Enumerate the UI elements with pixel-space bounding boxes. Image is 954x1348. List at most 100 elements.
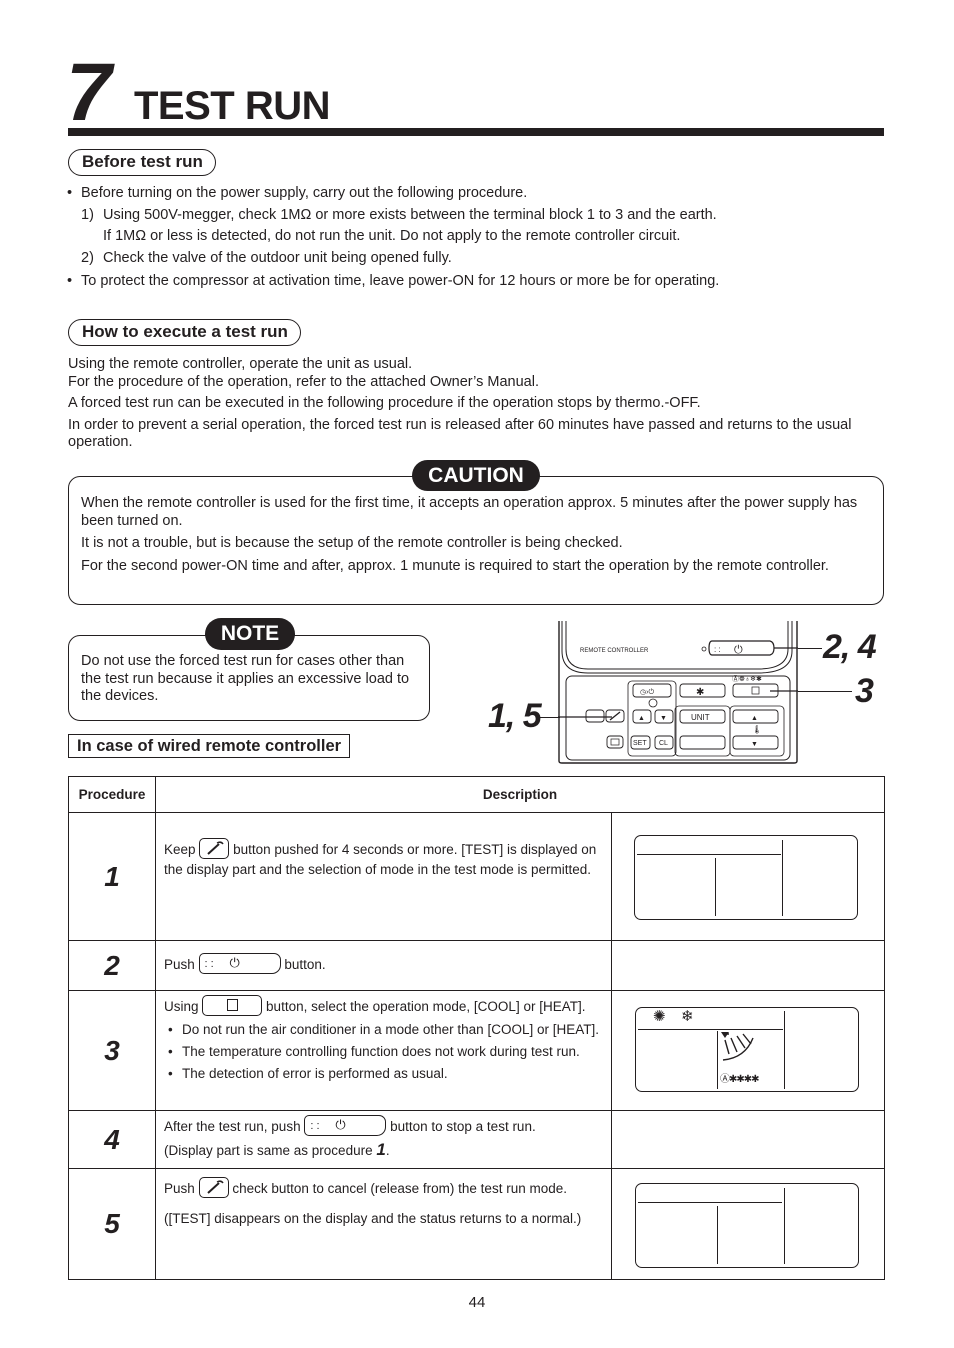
unit-button-label: UNIT (691, 713, 710, 722)
procedure-number: 4 (68, 1110, 156, 1169)
procedure-number: 5 (68, 1168, 156, 1280)
svg-text:SET: SET (633, 740, 647, 747)
svg-text:▲: ▲ (638, 715, 645, 722)
table-header-row: Procedure Description (68, 776, 885, 813)
table-row: 4 After the test run, push : : ⏻ button t… (68, 1110, 885, 1169)
callout-2-4: 2, 4 (823, 628, 877, 666)
section-heading-before-test-run: Before test run (68, 149, 216, 176)
bullet-text: Before turning on the power supply, carr… (81, 185, 528, 201)
paragraph: For the procedure of the operation, refe… (68, 373, 539, 390)
desc-text: button to stop a test run. (390, 1119, 536, 1135)
step-continuation: If 1MΩ or less is detected, do not run t… (103, 228, 681, 244)
display-cell-empty (611, 1110, 885, 1169)
chapter-number: 7 (66, 47, 112, 138)
title-rule (68, 128, 884, 136)
display-cell: ✺ ❄ Ⓐ✱✱✱✱ (611, 990, 885, 1111)
paragraph: A forced test run can be executed in the… (68, 395, 701, 411)
lcd-display-blank (634, 835, 858, 920)
description-cell: Push : : ⏻ button. (155, 940, 612, 991)
bullet-text: The temperature controlling function doe… (182, 1044, 580, 1059)
paragraph: When the remote controller is used for t… (81, 495, 858, 529)
fan-speed-icons: Ⓐ✱✱✱✱ (720, 1074, 760, 1085)
description-cell: Push check button to cancel (release fro… (155, 1168, 612, 1280)
svg-text:🌡: 🌡 (752, 725, 762, 734)
remote-controller-drawing: REMOTE CONTROLLER : : ⏻ ◷›⏻ ✱ Ⓐ❁♁❄✱ ▲ ▼ … (546, 621, 820, 764)
mode-button-icon (202, 995, 263, 1016)
section-heading-how-to: How to execute a test run (68, 319, 301, 346)
svg-text:▼: ▼ (660, 715, 667, 722)
procedure-number: 1 (68, 812, 156, 941)
svg-text:▼: ▼ (751, 741, 758, 748)
step-number: 1) (81, 206, 94, 223)
col-header-procedure: Procedure (68, 776, 156, 813)
svg-text:▲: ▲ (751, 715, 758, 722)
caution-label: CAUTION (412, 460, 540, 491)
desc-text: (Display part is same as procedure (164, 1143, 373, 1158)
description-cell: After the test run, push : : ⏻ button to … (155, 1110, 612, 1169)
paragraph: For the second power-ON time and after, … (81, 557, 829, 574)
procedure-table: Procedure Description 1 Keep button push… (68, 776, 885, 1280)
lcd-display-blank (635, 1183, 859, 1268)
desc-text: Using (164, 999, 199, 1015)
desc-text: ([TEST] disappears on the display and th… (164, 1211, 582, 1226)
power-button-icon: : : ⏻ (198, 953, 281, 974)
table-row: 3 Using button, select the operation mod… (68, 990, 885, 1111)
paragraph: Using the remote controller, operate the… (68, 356, 413, 372)
desc-text: Push (164, 957, 195, 973)
paragraph: In order to prevent a serial operation, … (68, 416, 852, 451)
svg-text:CL: CL (659, 740, 668, 747)
step-text: Using 500V-megger, check 1MΩ or more exi… (103, 206, 717, 223)
desc-text: . (385, 1143, 390, 1158)
callout-line (798, 648, 822, 650)
table-row: 2 Push : : ⏻ button. (68, 940, 885, 991)
procedure-ref: 1 (376, 1140, 386, 1159)
lcd-display-mode: ✺ ❄ Ⓐ✱✱✱✱ (635, 1007, 859, 1092)
note-text: Do not use the forced test run for cases… (81, 653, 410, 704)
svg-text:REMOTE CONTROLLER: REMOTE CONTROLLER (580, 648, 649, 654)
wrench-button-icon (198, 1177, 229, 1198)
callout-line (540, 717, 560, 719)
svg-text:⏻: ⏻ (734, 644, 743, 656)
bullet-text: To protect the compressor at activation … (81, 273, 720, 289)
paragraph: It is not a trouble, but is because the … (81, 535, 623, 551)
remote-controller-illustration: REMOTE CONTROLLER : : ⏻ ◷›⏻ ✱ Ⓐ❁♁❄✱ ▲ ▼ … (546, 621, 820, 764)
desc-text: button, select the operation mode, [COOL… (266, 999, 586, 1015)
svg-text:✱: ✱ (696, 687, 704, 698)
callout-3: 3 (855, 672, 874, 710)
wired-remote-heading: In case of wired remote controller (68, 734, 351, 758)
svg-text:Ⓐ❁♁❄✱: Ⓐ❁♁❄✱ (732, 675, 762, 683)
display-cell (611, 812, 885, 941)
step-number: 2) (81, 249, 94, 266)
svg-text:: :: : : (714, 645, 721, 654)
procedure-number: 2 (68, 940, 156, 991)
cool-snowflake-icon: ❄ (681, 1008, 694, 1025)
callout-line (798, 691, 852, 693)
svg-text:◷›⏻: ◷›⏻ (640, 688, 654, 696)
note-label: NOTE (205, 618, 295, 650)
desc-text: Keep (164, 842, 196, 858)
how-to-content: Using the remote controller, operate the… (68, 356, 888, 452)
desc-text: Push (164, 1181, 195, 1197)
col-header-description: Description (155, 776, 885, 813)
page-title: TEST RUN (134, 84, 331, 128)
table-row: 5 Push check button to cancel (release f… (68, 1168, 885, 1280)
wrench-button-icon (199, 838, 230, 859)
caution-content: When the remote controller is used for t… (81, 495, 871, 575)
callout-1-5: 1, 5 (488, 697, 542, 735)
display-cell-empty (611, 940, 885, 991)
heat-sun-icon: ✺ (653, 1008, 666, 1025)
before-test-run-content: • Before turning on the power supply, car… (67, 185, 897, 291)
table-row: 1 Keep button pushed for 4 seconds or mo… (68, 812, 885, 941)
desc-text: button. (284, 957, 326, 973)
description-cell: Keep button pushed for 4 seconds or more… (155, 812, 612, 941)
procedure-number: 3 (68, 990, 156, 1111)
display-cell (611, 1168, 885, 1280)
power-button-icon: : : ⏻ (304, 1115, 387, 1136)
bullet-text: The detection of error is performed as u… (182, 1066, 448, 1081)
page-number: 44 (468, 1294, 486, 1311)
bullet-text: Do not run the air conditioner in a mode… (182, 1022, 599, 1037)
louver-swing-icon (721, 1032, 754, 1061)
desc-text: After the test run, push (164, 1119, 301, 1135)
desc-text: check button to cancel (release from) th… (232, 1181, 567, 1197)
step-text: Check the valve of the outdoor unit bein… (103, 249, 452, 266)
